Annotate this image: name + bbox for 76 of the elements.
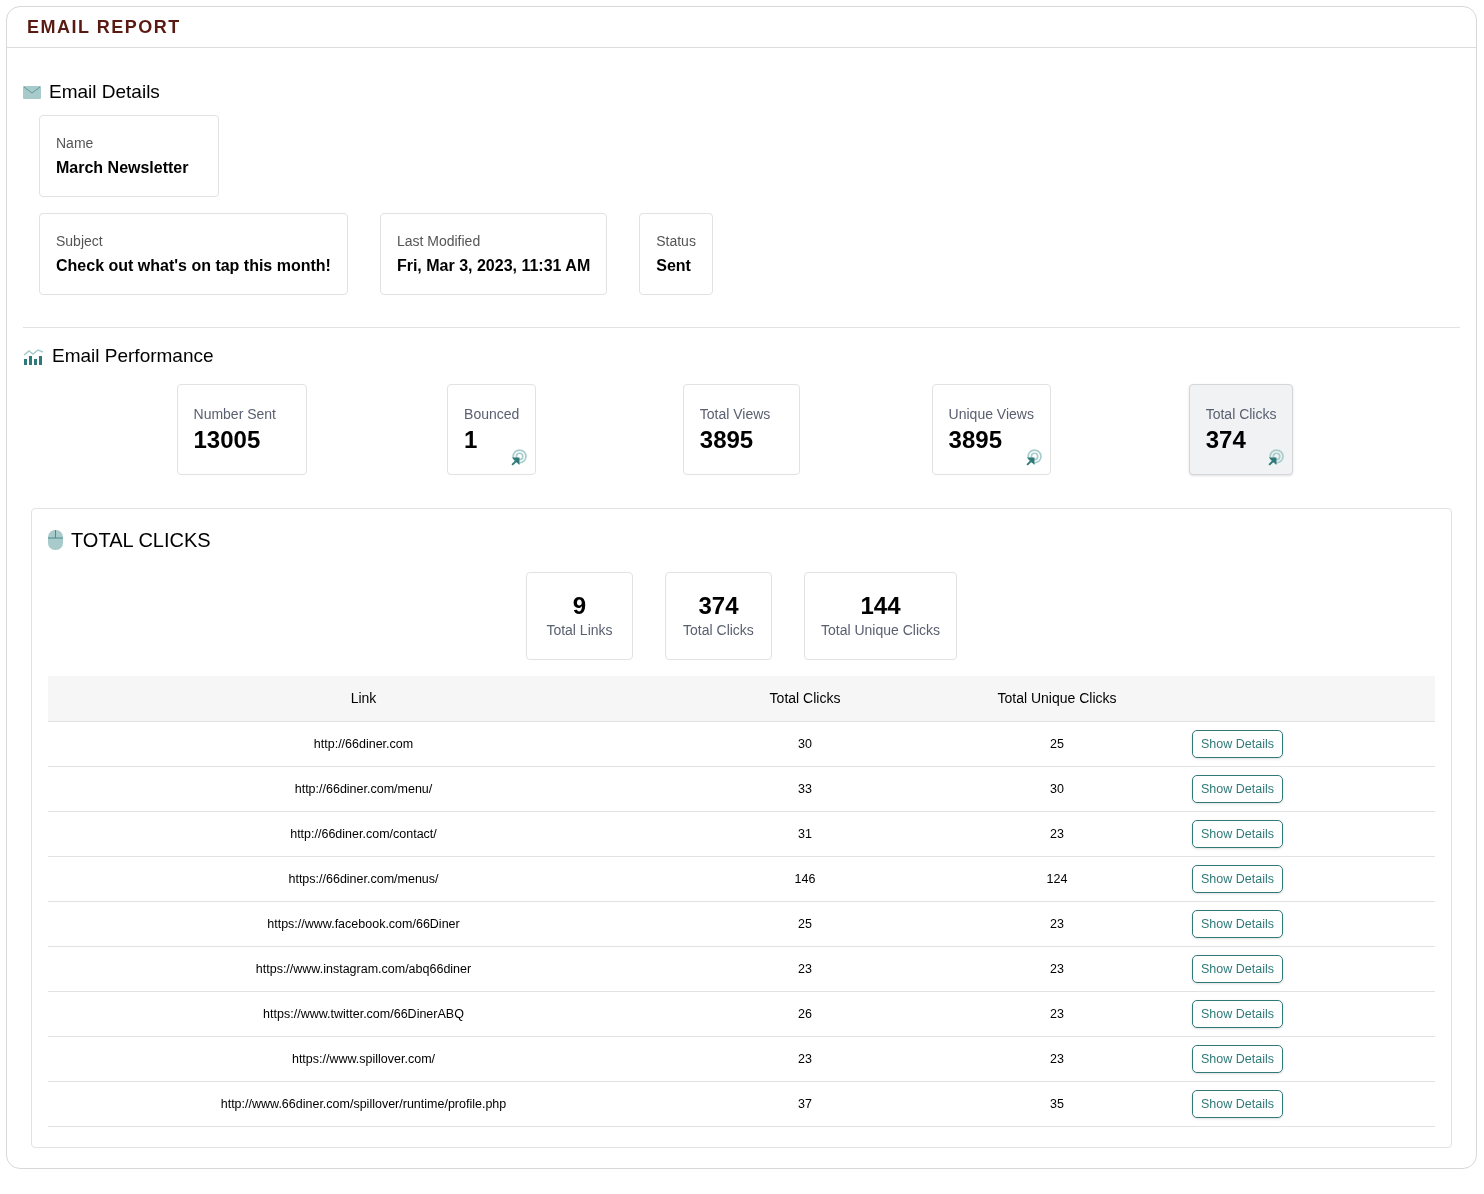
detail-value: March Newsletter bbox=[56, 157, 190, 178]
detail-label: Last Modified bbox=[396, 231, 482, 251]
envelope-icon bbox=[23, 85, 41, 99]
metric-card[interactable]: Unique Views 3895 bbox=[931, 384, 1051, 475]
detail-value: Fri, Mar 3, 2023, 11:31 AM bbox=[396, 255, 591, 276]
metric-value: 1 bbox=[464, 425, 479, 455]
detail-value: Check out what's on tap this month! bbox=[56, 255, 331, 276]
metric-card[interactable]: Total Clicks 374 bbox=[1188, 384, 1294, 475]
table-cell-text: 23 bbox=[1049, 1050, 1065, 1068]
metric-value: 3895 bbox=[948, 425, 1003, 455]
cursor-target-icon[interactable] bbox=[1267, 449, 1285, 466]
metric-label: Number Sent bbox=[193, 405, 277, 424]
table-cell-text: 23 bbox=[797, 1050, 813, 1068]
metric-label: Total Views bbox=[699, 405, 772, 424]
link-cell-text: http://www.66diner.com/spillover/runtime/profile.php bbox=[219, 1095, 508, 1113]
show-details-button[interactable]: Show Details bbox=[1192, 1045, 1283, 1073]
link-cell-text: https://www.instagram.com/abq66diner bbox=[254, 960, 473, 978]
detail-value: Sent bbox=[656, 255, 692, 276]
link-cell-text: http://66diner.com/contact/ bbox=[289, 825, 438, 843]
link-cell-text: http://66diner.com bbox=[312, 735, 415, 753]
table-cell-text: 35 bbox=[1049, 1095, 1065, 1113]
summary-label: Total Clicks bbox=[683, 620, 754, 640]
metric-card[interactable]: Bounced 1 bbox=[447, 384, 537, 475]
table-cell-text: 23 bbox=[1049, 1005, 1065, 1023]
column-header: Total Clicks bbox=[768, 689, 842, 708]
table-cell-text: 33 bbox=[797, 780, 813, 798]
detail-label: Status bbox=[656, 231, 696, 251]
table-cell-text: 31 bbox=[797, 825, 813, 843]
cursor-target-icon[interactable] bbox=[1024, 449, 1042, 466]
summary-label: Total Unique Clicks bbox=[820, 620, 941, 640]
report-title: EMAIL REPORT bbox=[27, 15, 181, 39]
bar-chart-icon bbox=[23, 347, 44, 365]
metric-label: Bounced bbox=[464, 405, 520, 424]
summary-value: 144 bbox=[860, 591, 901, 620]
link-cell-text: https://www.facebook.com/66Diner bbox=[266, 915, 461, 933]
table-cell-text: 26 bbox=[797, 1005, 813, 1023]
metric-value: 3895 bbox=[699, 425, 755, 455]
table-cell-text: 124 bbox=[1045, 870, 1069, 888]
table-cell-text: 23 bbox=[1049, 915, 1065, 933]
show-details-button[interactable]: Show Details bbox=[1192, 1000, 1283, 1028]
table-cell-text: 23 bbox=[1049, 825, 1065, 843]
section-heading: Email Details bbox=[49, 79, 160, 104]
metric-value: 13005 bbox=[193, 425, 262, 455]
link-cell-text: https://66diner.com/menus/ bbox=[287, 870, 440, 888]
table-cell-text: 30 bbox=[797, 735, 813, 753]
column-header: Total Unique Clicks bbox=[996, 689, 1118, 708]
table-cell-text: 146 bbox=[793, 870, 817, 888]
panel-heading: TOTAL CLICKS bbox=[71, 528, 211, 553]
link-cell-text: http://66diner.com/menu/ bbox=[293, 780, 434, 798]
summary-value: 9 bbox=[572, 591, 587, 620]
show-details-button[interactable]: Show Details bbox=[1192, 820, 1283, 848]
column-header: Link bbox=[349, 689, 378, 708]
detail-label: Name bbox=[56, 133, 95, 153]
table-cell-text: 23 bbox=[797, 960, 813, 978]
table-cell-text: 37 bbox=[797, 1095, 813, 1113]
mouse-icon bbox=[48, 530, 63, 550]
section-heading: Email Performance bbox=[52, 343, 214, 368]
cursor-target-icon[interactable] bbox=[510, 449, 528, 466]
table-cell-text: 25 bbox=[797, 915, 813, 933]
summary-label: Total Links bbox=[546, 620, 613, 640]
show-details-button[interactable]: Show Details bbox=[1192, 865, 1283, 893]
show-details-button[interactable]: Show Details bbox=[1192, 910, 1283, 938]
show-details-button[interactable]: Show Details bbox=[1192, 730, 1283, 758]
table-cell-text: 25 bbox=[1049, 735, 1065, 753]
summary-value: 374 bbox=[698, 591, 739, 620]
table-cell-text: 30 bbox=[1049, 780, 1065, 798]
table-cell-text: 23 bbox=[1049, 960, 1065, 978]
metric-value: 374 bbox=[1205, 425, 1247, 455]
show-details-button[interactable]: Show Details bbox=[1192, 775, 1283, 803]
show-details-button[interactable]: Show Details bbox=[1192, 1090, 1283, 1118]
show-details-button[interactable]: Show Details bbox=[1192, 955, 1283, 983]
metric-label: Unique Views bbox=[948, 405, 1034, 424]
metric-label: Total Clicks bbox=[1205, 405, 1277, 424]
link-cell-text: https://www.twitter.com/66DinerABQ bbox=[262, 1005, 465, 1023]
detail-label: Subject bbox=[56, 231, 104, 251]
link-cell-text: https://www.spillover.com/ bbox=[290, 1050, 437, 1068]
